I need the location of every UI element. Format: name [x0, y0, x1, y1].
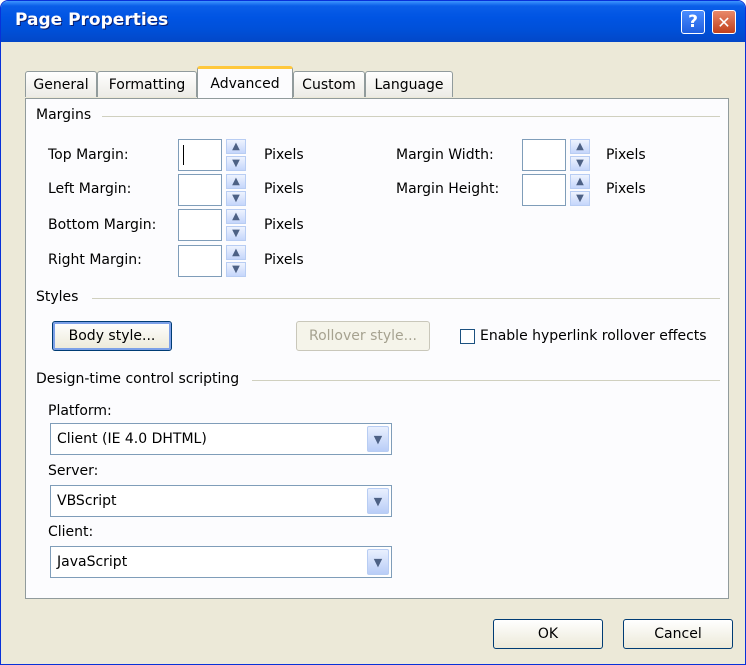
tab-label: Language — [374, 76, 444, 93]
tab-label: Advanced — [210, 75, 280, 92]
spin-down-icon[interactable]: ▼ — [570, 156, 590, 171]
chevron-down-icon[interactable]: ▼ — [367, 488, 389, 514]
margin-width-spinner[interactable]: ▲ ▼ — [570, 139, 590, 171]
top-margin-spinner[interactable]: ▲ ▼ — [226, 139, 246, 171]
left-margin-spinner[interactable]: ▲ ▼ — [226, 174, 246, 206]
spin-up-icon[interactable]: ▲ — [570, 139, 590, 154]
tab-general[interactable]: General — [25, 71, 97, 97]
page-properties-dialog: Page Properties ? ✕ General Formatting A… — [0, 0, 746, 665]
spin-up-icon[interactable]: ▲ — [226, 245, 246, 260]
button-label: Cancel — [654, 626, 702, 642]
margin-height-label: Margin Height: — [396, 181, 500, 197]
close-button[interactable]: ✕ — [712, 10, 736, 34]
button-label: Body style... — [68, 328, 156, 344]
left-margin-input[interactable] — [178, 174, 222, 206]
advanced-tab-panel: Margins Top Margin: ▲ ▼ Pixels Left Margi… — [25, 98, 729, 599]
client-value: JavaScript — [57, 554, 128, 570]
spin-up-icon[interactable]: ▲ — [226, 209, 246, 224]
spin-down-icon[interactable]: ▼ — [570, 191, 590, 206]
tab-custom[interactable]: Custom — [293, 71, 365, 97]
tab-label: Formatting — [108, 76, 186, 93]
top-margin-label: Top Margin: — [48, 147, 129, 163]
spin-down-icon[interactable]: ▼ — [226, 262, 246, 277]
right-margin-input[interactable] — [178, 245, 222, 277]
dialog-body: General Formatting Advanced Custom Langu… — [5, 42, 741, 663]
rollover-checkbox[interactable] — [460, 329, 475, 344]
chevron-down-icon[interactable]: ▼ — [367, 549, 389, 575]
window-title: Page Properties — [15, 10, 169, 30]
client-select[interactable]: JavaScript ▼ — [50, 546, 392, 578]
bottom-margin-label: Bottom Margin: — [48, 217, 157, 233]
title-bar[interactable]: Page Properties ? ✕ — [1, 1, 745, 42]
rollover-style-button: Rollover style... — [296, 321, 430, 351]
help-icon: ? — [688, 12, 698, 32]
tab-label: Custom — [302, 76, 356, 93]
platform-label: Platform: — [48, 403, 112, 419]
body-style-button[interactable]: Body style... — [52, 321, 172, 351]
bottom-margin-unit: Pixels — [264, 217, 304, 233]
button-label: OK — [537, 626, 559, 642]
left-margin-unit: Pixels — [264, 181, 304, 197]
top-margin-input[interactable] — [178, 139, 222, 171]
server-select[interactable]: VBScript ▼ — [50, 485, 392, 517]
button-label: Rollover style... — [308, 328, 418, 344]
spin-up-icon[interactable]: ▲ — [226, 174, 246, 189]
top-margin-unit: Pixels — [264, 147, 304, 163]
scripting-group-label: Design-time control scripting — [36, 371, 240, 387]
margin-width-label: Margin Width: — [396, 147, 494, 163]
spin-down-icon[interactable]: ▼ — [226, 191, 246, 206]
styles-group-label: Styles — [36, 289, 79, 305]
close-icon: ✕ — [717, 12, 731, 32]
platform-value: Client (IE 4.0 DHTML) — [57, 431, 207, 447]
tab-label: General — [33, 76, 89, 93]
tab-formatting[interactable]: Formatting — [97, 71, 197, 97]
right-margin-unit: Pixels — [264, 252, 304, 268]
left-margin-label: Left Margin: — [48, 181, 132, 197]
margin-width-input[interactable] — [522, 139, 566, 171]
right-margin-label: Right Margin: — [48, 252, 142, 268]
bottom-margin-input[interactable] — [178, 209, 222, 241]
scripting-divider — [252, 380, 720, 381]
client-label: Client: — [48, 524, 94, 540]
margin-width-unit: Pixels — [606, 147, 646, 163]
chevron-down-icon[interactable]: ▼ — [367, 426, 389, 452]
rollover-checkbox-label[interactable]: Enable hyperlink rollover effects — [480, 328, 707, 344]
margins-divider — [102, 116, 720, 117]
margin-height-spinner[interactable]: ▲ ▼ — [570, 174, 590, 206]
spin-up-icon[interactable]: ▲ — [226, 139, 246, 154]
tab-advanced[interactable]: Advanced — [197, 66, 293, 98]
spin-up-icon[interactable]: ▲ — [570, 174, 590, 189]
spin-down-icon[interactable]: ▼ — [226, 226, 246, 241]
help-button[interactable]: ? — [681, 10, 705, 34]
margins-group-label: Margins — [36, 107, 92, 123]
margin-height-input[interactable] — [522, 174, 566, 206]
ok-button[interactable]: OK — [493, 619, 603, 649]
margin-height-unit: Pixels — [606, 181, 646, 197]
platform-select[interactable]: Client (IE 4.0 DHTML) ▼ — [50, 423, 392, 455]
server-label: Server: — [48, 463, 99, 479]
cancel-button[interactable]: Cancel — [623, 619, 733, 649]
right-margin-spinner[interactable]: ▲ ▼ — [226, 245, 246, 277]
server-value: VBScript — [57, 493, 117, 509]
bottom-margin-spinner[interactable]: ▲ ▼ — [226, 209, 246, 241]
spin-down-icon[interactable]: ▼ — [226, 156, 246, 171]
text-caret — [183, 145, 184, 165]
tab-language[interactable]: Language — [365, 71, 453, 97]
styles-divider — [92, 298, 720, 299]
